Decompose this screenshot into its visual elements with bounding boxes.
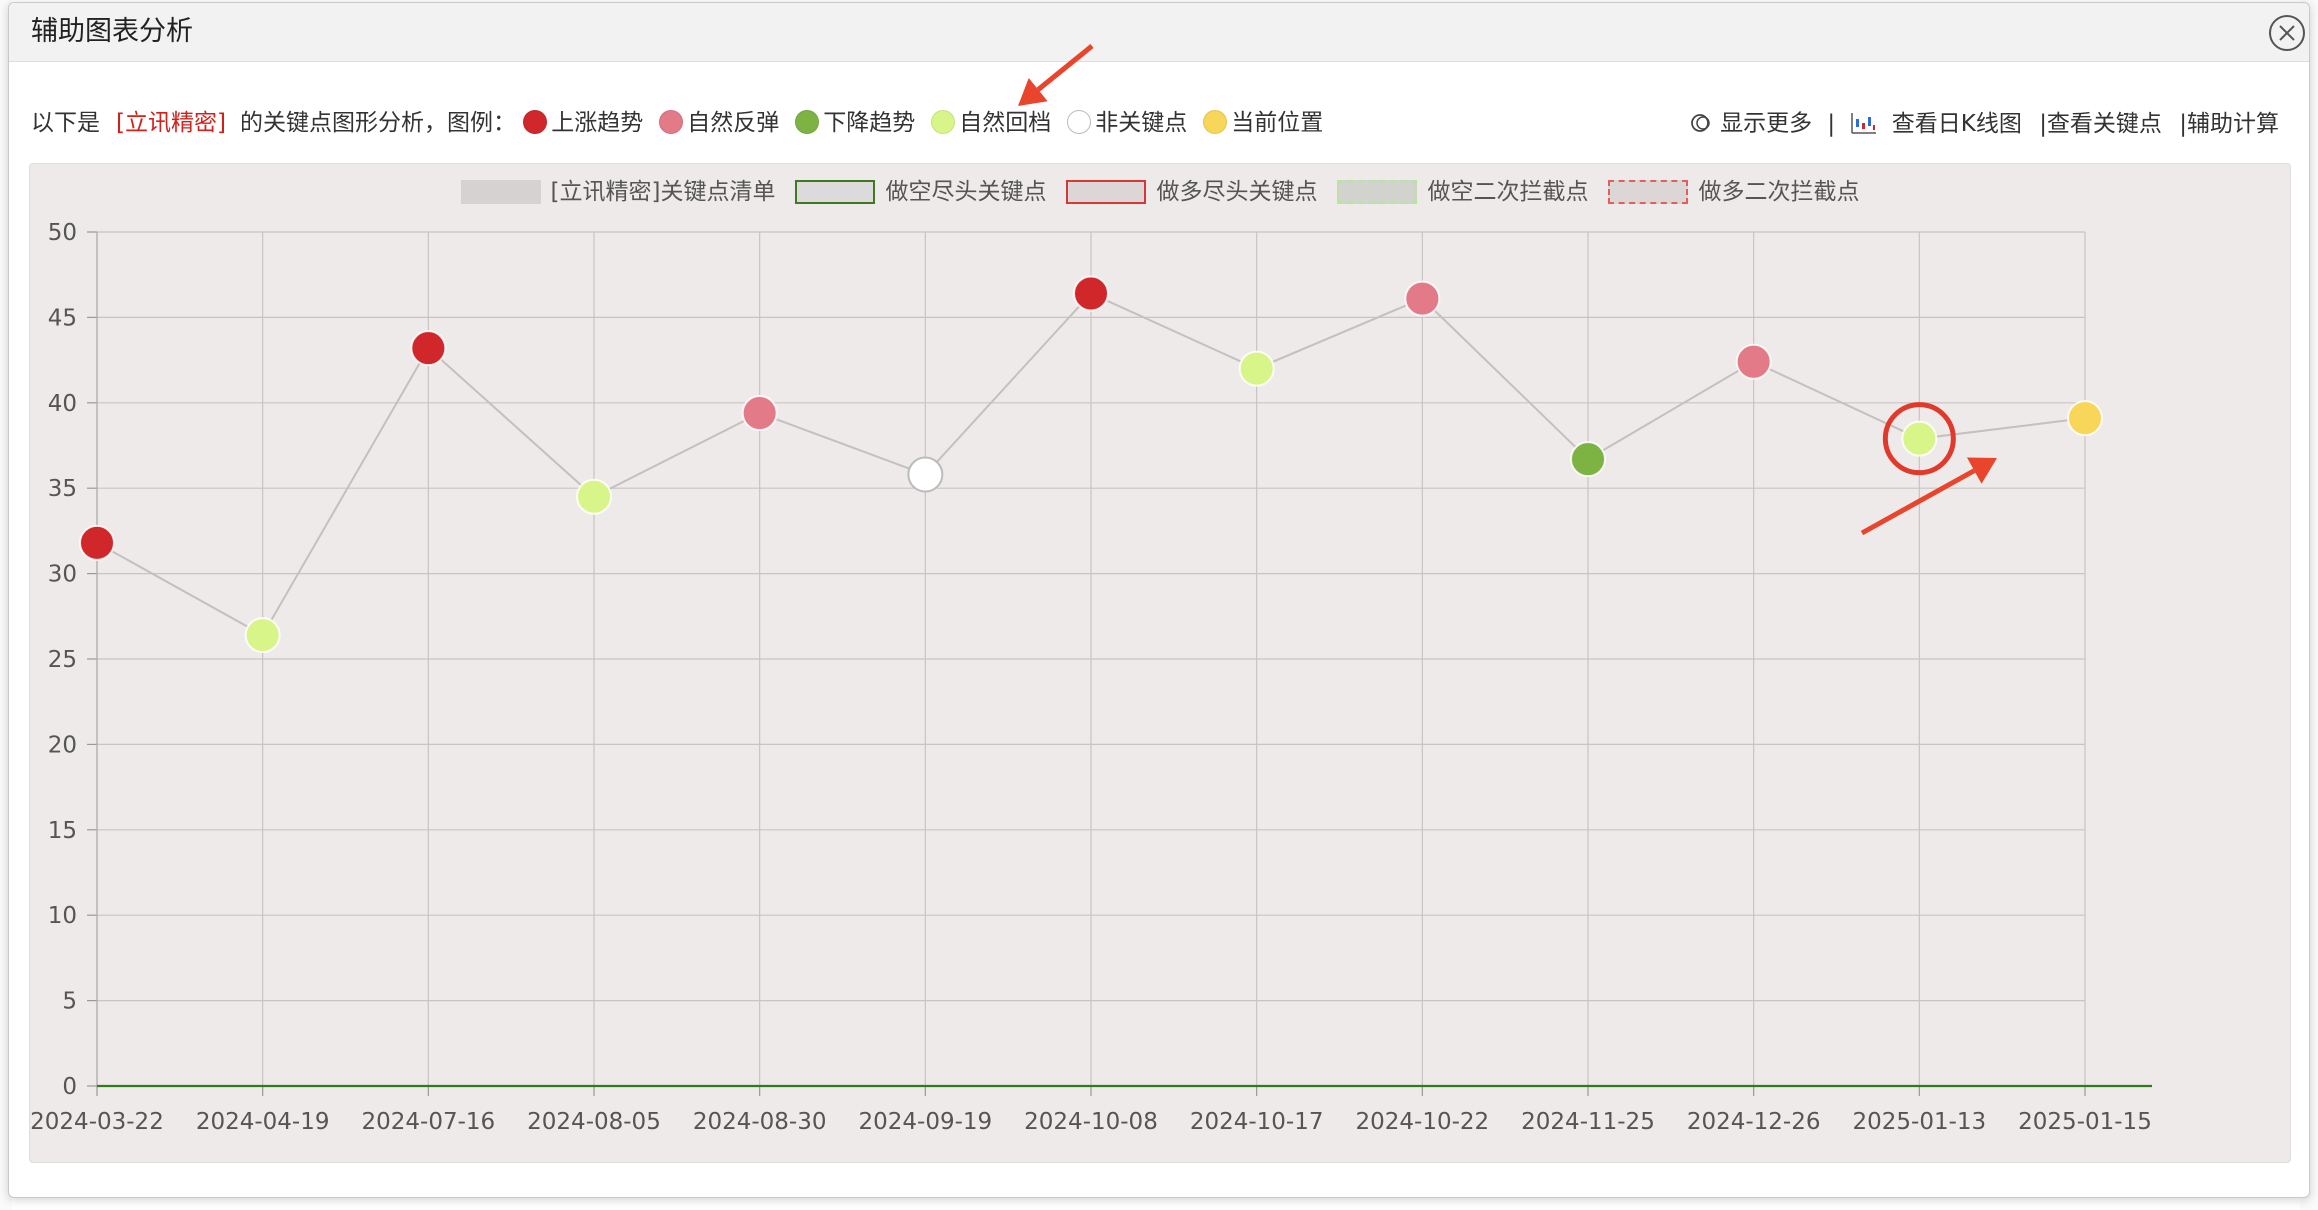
chart-legend-label: 做多二次拦截点 — [1698, 179, 1860, 205]
chart-legend-label: 做空二次拦截点 — [1427, 179, 1589, 205]
data-point — [410, 330, 447, 367]
legend-swatch — [460, 180, 541, 204]
legend-prefix: 以下是 — [31, 110, 100, 136]
legend-label: 自然反弹 — [687, 110, 780, 136]
stock-name: [立讯精密] — [116, 110, 226, 136]
legend-dot-icon — [659, 110, 684, 134]
legend-item: 非关键点 — [1067, 103, 1187, 143]
y-tick-label: 45 — [48, 305, 77, 331]
x-tick-label: 2024-03-22 — [30, 1109, 164, 1135]
show-more-icon[interactable] — [1689, 111, 1720, 137]
chart-legend-item[interactable]: 做多尽头关键点 — [1066, 172, 1317, 206]
dialog-titlebar: 辅助图表分析 — [9, 3, 2309, 62]
y-tick-label: 20 — [48, 732, 77, 758]
legend-bar: 以下是 [立讯精密] 的关键点图形分析，图例： 上涨趋势 自然反弹 下降趋势 自然回档 非关… — [31, 103, 2291, 143]
legend-dot-icon — [795, 110, 820, 134]
chart-analysis-dialog: 辅助图表分析 以下是 [立讯精密] 的关键点图形分析，图例： 上涨趋势 自然反弹 下降趋… — [8, 2, 2310, 1198]
y-tick-label: 5 — [62, 989, 77, 1015]
daily-kline-link[interactable]: 查看日K线图 — [1892, 111, 2022, 137]
legend-swatch — [1608, 180, 1689, 204]
x-tick-label: 2024-10-17 — [1190, 1109, 1324, 1135]
x-tick-label: 2025-01-15 — [2018, 1109, 2152, 1135]
chart-container: 0 5 10 15 20 25 30 35 40 45 50 2024-03-22 2024-04-19… — [29, 163, 2291, 1163]
legend-swatch — [795, 180, 876, 204]
y-tick-label: 15 — [48, 818, 77, 844]
dialog-title: 辅助图表分析 — [31, 16, 193, 47]
x-tick-label: 2025-01-13 — [1852, 1109, 1986, 1135]
data-point — [1901, 420, 1938, 457]
legend-swatch — [1337, 180, 1418, 204]
legend-dot-icon — [931, 110, 956, 134]
x-tick-label: 2024-08-30 — [693, 1109, 827, 1135]
data-point — [1073, 275, 1109, 312]
kline-chart-icon[interactable] — [1850, 111, 1885, 137]
legend-suffix: 的关键点图形分析，图例： — [239, 110, 516, 136]
data-point — [2067, 400, 2103, 437]
chart-legend-label: 做多尽头关键点 — [1156, 179, 1318, 205]
data-point — [79, 524, 115, 561]
data-point — [244, 617, 281, 654]
data-point — [576, 478, 612, 515]
y-tick-label: 40 — [48, 391, 77, 417]
y-tick-label: 35 — [48, 476, 77, 502]
data-point — [741, 395, 778, 432]
y-tick-label: 25 — [48, 647, 77, 673]
legend-label: 上涨趋势 — [551, 110, 644, 136]
data-point — [907, 456, 944, 493]
x-tick-label: 2024-10-08 — [1024, 1109, 1158, 1135]
line-chart: 0 5 10 15 20 25 30 35 40 45 50 2024-03-22 2024-04-19… — [30, 220, 2152, 1135]
legend-dot-icon — [1203, 110, 1228, 134]
y-tick-label: 50 — [48, 220, 77, 246]
y-tick-label: 0 — [62, 1074, 77, 1100]
legend-dot-icon — [523, 110, 548, 134]
toolbar: 显示更多 | 查看日K线图 |查看关键点 |辅助计算 — [1689, 103, 2279, 144]
y-tick-label: 30 — [48, 562, 77, 588]
chart-legend-item[interactable]: 做空二次拦截点 — [1337, 172, 1588, 206]
legend-item: 上涨趋势 — [523, 103, 643, 143]
x-tick-label: 2024-04-19 — [196, 1109, 330, 1135]
data-point — [1735, 343, 1772, 380]
legend-item: 自然回档 — [931, 103, 1051, 143]
chart-legend-item[interactable]: 做多二次拦截点 — [1608, 172, 1859, 206]
view-keypoints-link[interactable]: |查看关键点 — [2039, 111, 2162, 137]
data-point — [1570, 441, 1606, 478]
chart-legend-item[interactable]: [立讯精密]关键点清单 — [460, 172, 776, 206]
legend-item: 下降趋势 — [795, 103, 915, 143]
legend-item: 当前位置 — [1203, 103, 1323, 143]
show-more-link[interactable]: 显示更多 — [1720, 111, 1812, 137]
separator: | — [1827, 110, 1836, 137]
legend-label: 非关键点 — [1095, 110, 1188, 136]
auxiliary-calc-link[interactable]: |辅助计算 — [2179, 111, 2279, 137]
close-button[interactable] — [2269, 15, 2305, 51]
chart-legend-item[interactable]: 做空尽头关键点 — [795, 172, 1046, 206]
legend-label: 下降趋势 — [823, 110, 916, 136]
chart-legend-label: 做空尽头关键点 — [885, 179, 1047, 205]
x-tick-label: 2024-12-26 — [1687, 1109, 1821, 1135]
legend-items: 上涨趋势 自然反弹 下降趋势 自然回档 非关键点 当前位置 — [523, 110, 1339, 136]
x-tick-label: 2024-09-19 — [858, 1109, 992, 1135]
x-tick-label: 2024-07-16 — [361, 1109, 495, 1135]
x-tick-label: 2024-10-22 — [1355, 1109, 1489, 1135]
legend-dot-icon — [1067, 110, 1092, 134]
legend-label: 自然回档 — [959, 110, 1052, 136]
x-tick-label: 2024-08-05 — [527, 1109, 661, 1135]
legend-label: 当前位置 — [1231, 110, 1324, 136]
legend-swatch — [1066, 180, 1147, 204]
data-point — [1238, 350, 1275, 387]
y-tick-label: 10 — [48, 903, 77, 929]
x-tick-label: 2024-11-25 — [1521, 1109, 1655, 1135]
chart-legend: [立讯精密]关键点清单 做空尽头关键点 做多尽头关键点 做空二次拦截点 做多二次拦截点 — [30, 172, 2290, 206]
close-icon — [2279, 25, 2295, 41]
data-point — [1404, 280, 1441, 317]
chart-legend-label: [立讯精密]关键点清单 — [550, 179, 776, 205]
legend-item: 自然反弹 — [659, 103, 779, 143]
